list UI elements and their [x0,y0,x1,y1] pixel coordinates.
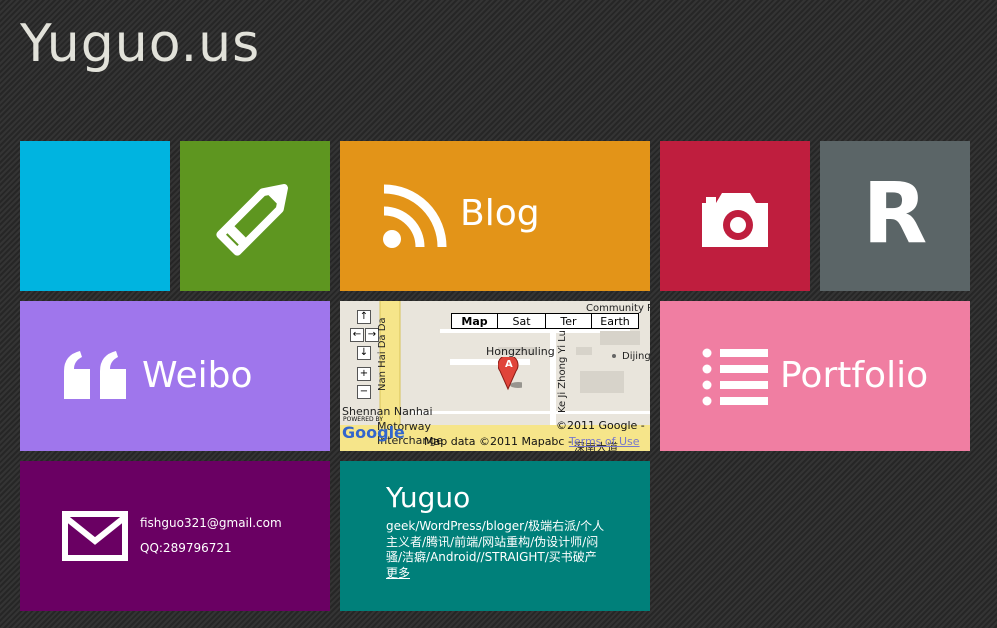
more-link[interactable]: 更多 [386,566,410,580]
pan-left-button[interactable]: ← [350,328,364,342]
map-type-ter[interactable]: Ter [545,313,592,329]
map-type-map[interactable]: Map [451,313,498,329]
map-dijing-label: Dijing [622,351,650,362]
photo-tile[interactable] [660,141,810,291]
site-title[interactable]: Yuguo.us [20,14,260,74]
camera-icon [702,193,768,247]
zoom-in-button[interactable]: + [357,367,371,381]
quote-icon [64,351,126,399]
r-tile[interactable]: R [820,141,970,291]
portfolio-label: Portfolio [780,355,929,396]
map-type-earth[interactable]: Earth [591,313,639,329]
portfolio-tile[interactable]: Portfolio [660,301,970,451]
google-logo[interactable]: Google [342,423,405,442]
weibo-label: Weibo [142,355,253,396]
pan-up-button[interactable]: ↑ [357,310,371,324]
map-community-label: Community P [586,303,650,314]
map-road-label-vertical: Nan Hai Da Da [377,317,388,391]
blank-tile[interactable] [20,141,170,291]
email-text[interactable]: fishguo321@gmail.com [140,516,282,530]
map-type-sat[interactable]: Sat [497,313,546,329]
map-marker-letter: A [505,359,513,370]
weibo-tile[interactable]: Weibo [20,301,330,451]
about-description-text: geek/WordPress/bloger/极端右派/个人主义者/腾讯/前端/网… [386,519,605,564]
terms-of-use-link[interactable]: Terms of Use [569,435,640,448]
map-tile[interactable]: Map Sat Ter Earth ↑ ← → ↓ + − Nan Hai Da… [340,301,650,451]
about-tile[interactable]: Yuguo geek/WordPress/bloger/极端右派/个人主义者/腾… [340,461,650,611]
zoom-out-button[interactable]: − [357,385,371,399]
r-letter-icon: R [862,164,928,262]
map-powered-by: POWERED BY [343,416,384,423]
list-icon [702,348,768,406]
qq-text: QQ:289796721 [140,541,232,555]
rss-icon [383,184,447,248]
pan-down-button[interactable]: ↓ [357,346,371,360]
map-copyright: ©2011 Google - [556,419,645,432]
about-description: geek/WordPress/bloger/极端右派/个人主义者/腾讯/前端/网… [386,519,606,581]
blog-label: Blog [460,193,540,234]
pencil-icon [216,184,288,256]
edit-tile[interactable] [180,141,330,291]
blog-tile[interactable]: Blog [340,141,650,291]
about-title: Yuguo [386,481,471,514]
map-data-attribution: Map data ©2011 Mapabc - [424,435,572,448]
contact-tile[interactable]: fishguo321@gmail.com QQ:289796721 [20,461,330,611]
mail-icon [62,511,128,561]
map-road-label-keji: Ke Ji Zhong Yi Lu [557,330,568,413]
